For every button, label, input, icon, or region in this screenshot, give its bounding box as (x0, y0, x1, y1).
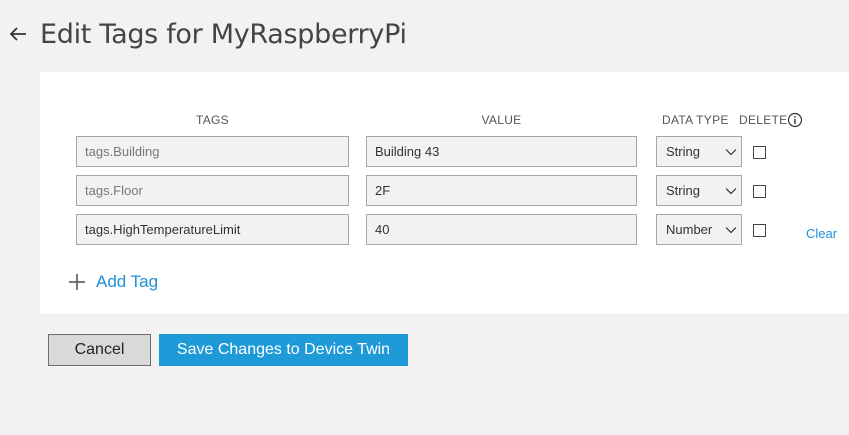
tag-name-field: tags.Building (76, 136, 349, 167)
data-type-selected: Number (666, 222, 713, 237)
chevron-down-icon (725, 149, 737, 156)
delete-checkbox[interactable] (753, 185, 766, 198)
chevron-down-icon (725, 188, 737, 195)
tags-column-header: TAGS (196, 113, 229, 127)
add-tag-label: Add Tag (96, 272, 159, 291)
tag-value-input[interactable]: 2F (366, 175, 637, 206)
page-title: Edit Tags for MyRaspberryPi (40, 18, 407, 50)
data-type-select[interactable]: Number (656, 214, 742, 245)
tag-name-input[interactable]: tags.HighTemperatureLimit (76, 214, 349, 245)
delete-column-header: DELETE (739, 113, 788, 127)
save-changes-button[interactable]: Save Changes to Device Twin (159, 334, 408, 366)
value-column-header: VALUE (481, 113, 522, 127)
arrow-left-icon[interactable] (6, 22, 30, 46)
tag-value-input[interactable]: Building 43 (366, 136, 637, 167)
add-tag-button[interactable]: Add Tag (68, 272, 158, 292)
data-type-select[interactable]: String (656, 136, 742, 167)
page-header: Edit Tags for MyRaspberryPi (6, 14, 407, 54)
clear-link[interactable]: Clear (806, 226, 837, 241)
plus-icon (69, 274, 85, 290)
data-type-column-header: DATA TYPE (662, 113, 729, 127)
tag-value-input[interactable]: 40 (366, 214, 637, 245)
chevron-down-icon (725, 227, 737, 234)
tag-name-field: tags.Floor (76, 175, 349, 206)
data-type-selected: String (666, 183, 700, 198)
delete-checkbox[interactable] (753, 146, 766, 159)
data-type-select[interactable]: String (656, 175, 742, 206)
cancel-button[interactable]: Cancel (48, 334, 151, 366)
data-type-selected: String (666, 144, 700, 159)
delete-checkbox[interactable] (753, 224, 766, 237)
info-icon[interactable] (787, 112, 803, 128)
